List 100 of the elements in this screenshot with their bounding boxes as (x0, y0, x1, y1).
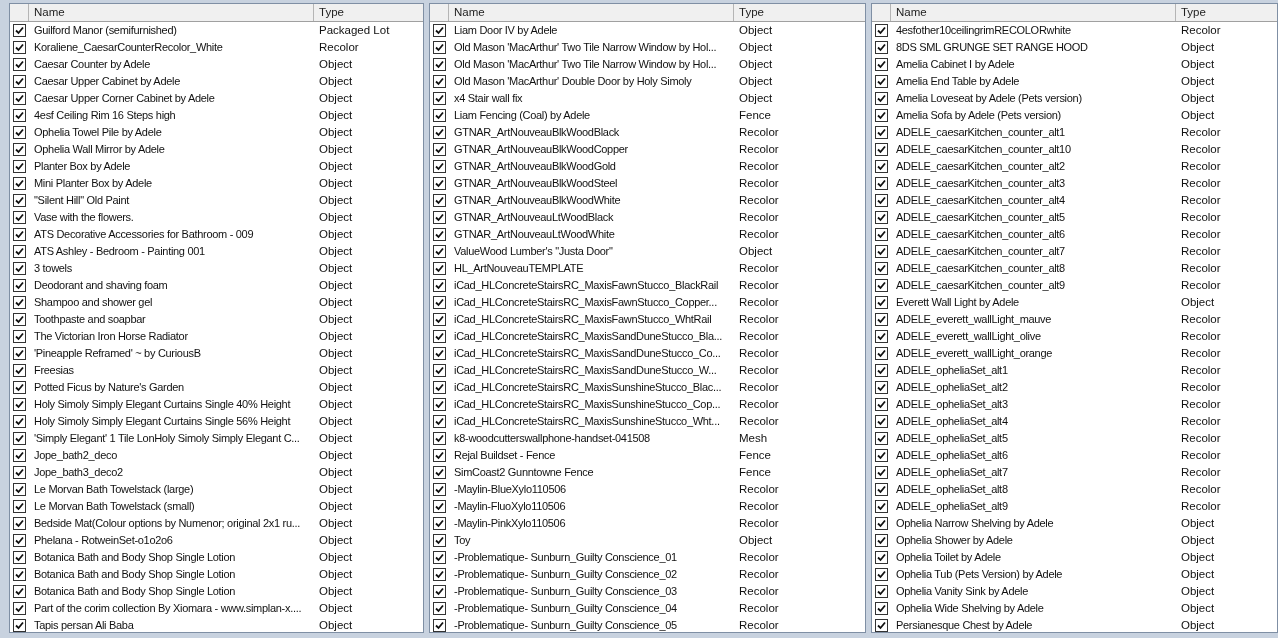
checkbox[interactable] (433, 313, 446, 326)
checkbox[interactable] (13, 585, 26, 598)
checkbox[interactable] (433, 58, 446, 71)
checkbox[interactable] (874, 109, 888, 122)
checkbox[interactable] (433, 517, 446, 530)
checkbox[interactable] (874, 228, 888, 241)
checkbox[interactable] (433, 177, 446, 190)
checkbox[interactable] (433, 24, 446, 37)
checkbox[interactable] (874, 41, 888, 54)
checkbox[interactable] (13, 177, 26, 190)
checkbox[interactable] (874, 160, 888, 173)
checkbox[interactable] (433, 228, 446, 241)
checkbox[interactable] (874, 568, 888, 581)
checkbox[interactable] (13, 551, 26, 564)
checkbox[interactable] (433, 109, 446, 122)
checkbox[interactable] (433, 364, 446, 377)
checkbox[interactable] (13, 347, 26, 360)
checkbox[interactable] (874, 364, 888, 377)
checkbox[interactable] (874, 177, 888, 190)
checkbox[interactable] (874, 619, 888, 632)
column-header[interactable]: Name (29, 4, 314, 21)
checkbox[interactable] (13, 24, 26, 37)
checkbox[interactable] (874, 126, 888, 139)
checkbox[interactable] (874, 449, 888, 462)
checkbox[interactable] (433, 296, 446, 309)
checkbox[interactable] (13, 534, 26, 547)
checkbox[interactable] (874, 262, 888, 275)
checkbox[interactable] (433, 432, 446, 445)
checkbox[interactable] (433, 619, 446, 632)
checkbox[interactable] (13, 279, 26, 292)
checkbox[interactable] (433, 75, 446, 88)
checkbox[interactable] (13, 415, 26, 428)
checkbox[interactable] (433, 347, 446, 360)
checkbox[interactable] (433, 279, 446, 292)
checkbox[interactable] (874, 92, 888, 105)
checkbox[interactable] (13, 500, 26, 513)
checkbox[interactable] (874, 585, 888, 598)
checkbox[interactable] (13, 92, 26, 105)
checkbox[interactable] (13, 296, 26, 309)
checkbox[interactable] (433, 551, 446, 564)
checkbox[interactable] (13, 449, 26, 462)
checkbox[interactable] (874, 381, 888, 394)
checkbox[interactable] (433, 143, 446, 156)
checkbox[interactable] (874, 279, 888, 292)
checkbox[interactable] (874, 75, 888, 88)
checkbox[interactable] (874, 143, 888, 156)
checkbox[interactable] (874, 466, 888, 479)
checkbox[interactable] (874, 483, 888, 496)
checkbox[interactable] (13, 432, 26, 445)
checkbox[interactable] (433, 568, 446, 581)
checkbox[interactable] (13, 58, 26, 71)
checkbox[interactable] (13, 211, 26, 224)
checkbox[interactable] (874, 551, 888, 564)
checkbox[interactable] (874, 415, 888, 428)
checkbox[interactable] (13, 483, 26, 496)
checkbox[interactable] (13, 313, 26, 326)
checkbox[interactable] (874, 602, 888, 615)
checkbox[interactable] (13, 126, 26, 139)
checkbox[interactable] (433, 211, 446, 224)
checkbox[interactable] (433, 398, 446, 411)
checkbox[interactable] (433, 381, 446, 394)
column-header[interactable]: Type (734, 4, 865, 21)
checkbox[interactable] (874, 313, 888, 326)
checkbox[interactable] (874, 347, 888, 360)
checkbox[interactable] (433, 534, 446, 547)
column-header[interactable]: Name (449, 4, 734, 21)
checkbox[interactable] (13, 381, 26, 394)
checkbox[interactable] (13, 619, 26, 632)
checkbox[interactable] (874, 330, 888, 343)
checkbox[interactable] (13, 364, 26, 377)
checkbox[interactable] (874, 58, 888, 71)
checkbox[interactable] (433, 415, 446, 428)
checkbox[interactable] (13, 466, 26, 479)
checkbox[interactable] (874, 245, 888, 258)
checkbox[interactable] (874, 24, 888, 37)
checkbox[interactable] (874, 296, 888, 309)
checkbox[interactable] (433, 330, 446, 343)
checkbox[interactable] (433, 483, 446, 496)
checkbox[interactable] (433, 160, 446, 173)
checkbox[interactable] (13, 398, 26, 411)
checkbox[interactable] (433, 449, 446, 462)
checkbox[interactable] (433, 126, 446, 139)
checkbox[interactable] (433, 262, 446, 275)
column-header[interactable]: Name (890, 4, 1176, 21)
checkbox[interactable] (874, 211, 888, 224)
checkbox[interactable] (433, 466, 446, 479)
column-header[interactable]: Type (314, 4, 423, 21)
checkbox[interactable] (13, 245, 26, 258)
checkbox[interactable] (13, 41, 26, 54)
checkbox[interactable] (13, 330, 26, 343)
checkbox[interactable] (13, 143, 26, 156)
checkbox[interactable] (13, 75, 26, 88)
checkbox[interactable] (874, 534, 888, 547)
checkbox[interactable] (874, 194, 888, 207)
checkbox[interactable] (874, 500, 888, 513)
checkbox[interactable] (433, 194, 446, 207)
checkbox[interactable] (433, 92, 446, 105)
checkbox[interactable] (13, 109, 26, 122)
checkbox[interactable] (13, 602, 26, 615)
checkbox[interactable] (874, 432, 888, 445)
